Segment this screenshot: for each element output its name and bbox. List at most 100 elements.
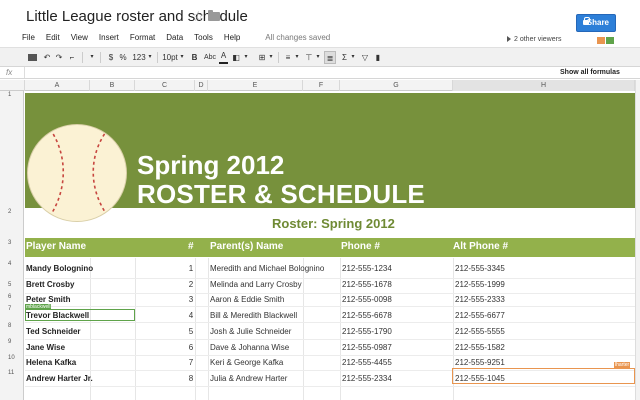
menu-edit[interactable]: Edit: [46, 33, 60, 42]
cell-number[interactable]: 8: [184, 374, 198, 383]
column-header-b[interactable]: B: [90, 80, 135, 91]
column-header-h[interactable]: H: [453, 80, 635, 91]
cell-alt-phone[interactable]: 212-555-2333: [455, 295, 505, 304]
currency-format-button[interactable]: $: [106, 51, 116, 64]
cell-phone[interactable]: 212-555-1234: [342, 264, 392, 273]
print-icon[interactable]: [28, 54, 37, 61]
show-all-formulas-button[interactable]: Show all formulas: [560, 69, 620, 76]
paint-format-icon[interactable]: ⌐: [67, 51, 77, 64]
zoom-dropdown-icon[interactable]: ▾: [88, 51, 96, 64]
vertical-scrollbar[interactable]: [635, 80, 640, 400]
cell-phone[interactable]: 212-555-0987: [342, 343, 392, 352]
menu-data[interactable]: Data: [166, 33, 183, 42]
header-phone[interactable]: Phone #: [341, 241, 380, 252]
cell-parents-name[interactable]: Meredith and Michael Bolognino: [210, 264, 324, 273]
menu-help[interactable]: Help: [224, 33, 240, 42]
cell-parents-name[interactable]: Aaron & Eddie Smith: [210, 295, 284, 304]
row-header-2[interactable]: 2: [0, 209, 24, 215]
menu-tools[interactable]: Tools: [194, 33, 213, 42]
cell-alt-phone[interactable]: 212-555-1999: [455, 280, 505, 289]
cell-parents-name[interactable]: Melinda and Larry Crosby: [210, 280, 302, 289]
align-dropdown-icon[interactable]: ▾: [294, 51, 300, 64]
strikethrough-button[interactable]: Abc: [203, 51, 217, 64]
functions-button[interactable]: Σ: [340, 51, 349, 64]
viewer-avatar-orange[interactable]: [597, 37, 605, 44]
select-all-corner[interactable]: [0, 80, 25, 91]
header-number[interactable]: #: [188, 241, 194, 252]
cell-number[interactable]: 3: [184, 295, 198, 304]
cell-player-name[interactable]: Jane Wise: [26, 343, 65, 352]
row-header-1[interactable]: 1: [0, 92, 24, 98]
vertical-align-dropdown-icon[interactable]: ▾: [315, 51, 321, 64]
folder-icon[interactable]: [208, 10, 220, 21]
cell-player-name[interactable]: Andrew Harter Jr.: [26, 374, 93, 383]
bold-button[interactable]: B: [190, 51, 199, 64]
cell-number[interactable]: 2: [184, 280, 198, 289]
row-header-5[interactable]: 5: [0, 282, 24, 288]
vertical-align-icon[interactable]: ⊤: [304, 51, 314, 64]
cell-alt-phone[interactable]: 212-555-5555: [455, 327, 505, 336]
cell-parents-name[interactable]: Josh & Julie Schneider: [210, 327, 291, 336]
cell-alt-phone[interactable]: 212-555-3345: [455, 264, 505, 273]
borders-dropdown-icon[interactable]: ▾: [268, 51, 274, 64]
share-button[interactable]: Share: [576, 14, 616, 32]
cell-player-name[interactable]: Peter Smith: [26, 295, 70, 304]
text-color-button[interactable]: A: [219, 51, 228, 64]
other-viewers[interactable]: 2 other viewers: [507, 36, 561, 43]
cell-number[interactable]: 6: [184, 343, 198, 352]
menu-view[interactable]: View: [71, 33, 88, 42]
row-header-10[interactable]: 10: [0, 355, 24, 361]
cell-parents-name[interactable]: Bill & Meredith Blackwell: [210, 311, 297, 320]
cell-phone[interactable]: 212-555-1790: [342, 327, 392, 336]
cell-parents-name[interactable]: Keri & George Kafka: [210, 358, 283, 367]
cell-alt-phone[interactable]: 212-555-1582: [455, 343, 505, 352]
font-size-dropdown-icon[interactable]: ▾: [179, 51, 185, 64]
cell-phone[interactable]: 212-555-0098: [342, 295, 392, 304]
fill-color-icon[interactable]: ◧: [231, 51, 241, 64]
align-left-icon[interactable]: ≡: [283, 51, 293, 64]
cell-alt-phone[interactable]: 212-555-9251: [455, 358, 505, 367]
row-header-9[interactable]: 9: [0, 339, 24, 345]
cell-player-name[interactable]: Helena Kafka: [26, 358, 76, 367]
column-header-c[interactable]: C: [135, 80, 195, 91]
header-player-name[interactable]: Player Name: [26, 241, 86, 252]
borders-icon[interactable]: ⊞: [257, 51, 267, 64]
viewer-avatar-green[interactable]: [606, 37, 614, 44]
cell-alt-phone[interactable]: 212-555-6677: [455, 311, 505, 320]
column-header-g[interactable]: G: [340, 80, 453, 91]
redo-icon[interactable]: ↷: [54, 51, 64, 64]
number-format-button[interactable]: 123: [131, 51, 147, 64]
row-header-4[interactable]: 4: [0, 261, 24, 267]
chart-icon[interactable]: ▮: [373, 51, 383, 64]
formula-input[interactable]: [24, 67, 554, 78]
fill-color-dropdown-icon[interactable]: ▾: [243, 51, 249, 64]
undo-icon[interactable]: ↶: [42, 51, 52, 64]
row-header-6[interactable]: 6: [0, 294, 24, 300]
menu-insert[interactable]: Insert: [99, 33, 119, 42]
cell-phone[interactable]: 212-555-2334: [342, 374, 392, 383]
column-header-e[interactable]: E: [208, 80, 303, 91]
number-format-dropdown-icon[interactable]: ▾: [147, 51, 153, 64]
row-header-3[interactable]: 3: [0, 240, 24, 246]
filter-icon[interactable]: ▽: [360, 51, 370, 64]
menu-file[interactable]: File: [22, 33, 35, 42]
cell-number[interactable]: 1: [184, 264, 198, 273]
cell-number[interactable]: 5: [184, 327, 198, 336]
cell-phone[interactable]: 212-555-1678: [342, 280, 392, 289]
cell-player-name[interactable]: Brett Crosby: [26, 280, 74, 289]
header-alt-phone[interactable]: Alt Phone #: [453, 241, 508, 252]
row-header-8[interactable]: 8: [0, 323, 24, 329]
star-icon[interactable]: ☆: [192, 8, 205, 25]
column-header-a[interactable]: A: [25, 80, 90, 91]
wrap-text-icon[interactable]: ≣: [324, 51, 336, 64]
percent-format-button[interactable]: %: [118, 51, 128, 64]
column-header-d[interactable]: D: [195, 80, 208, 91]
row-header-7[interactable]: 7: [0, 306, 24, 312]
header-parents-name[interactable]: Parent(s) Name: [210, 241, 283, 252]
row-header-11[interactable]: 11: [0, 370, 24, 376]
cell-phone[interactable]: 212-555-6678: [342, 311, 392, 320]
font-size-select[interactable]: 10pt: [161, 51, 179, 64]
cell-number[interactable]: 4: [184, 311, 198, 320]
functions-dropdown-icon[interactable]: ▾: [350, 51, 356, 64]
cell-player-name[interactable]: Mandy Bolognino: [26, 264, 93, 273]
